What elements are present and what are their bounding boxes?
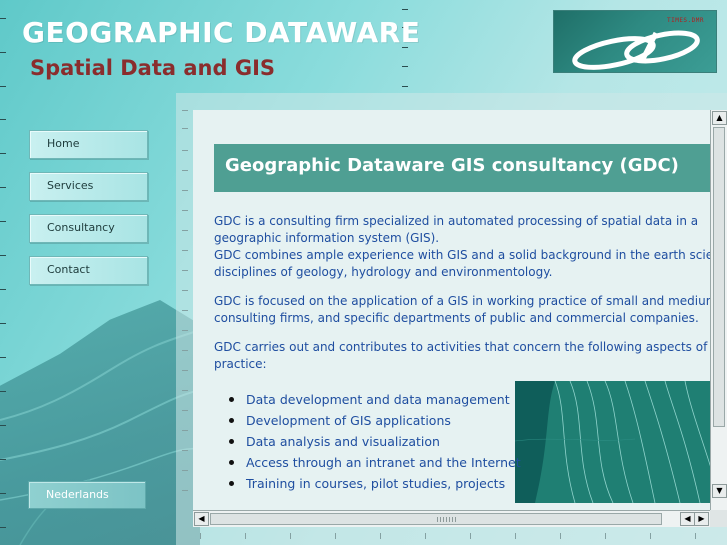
gdc-logo: TIMES.DMR [553, 10, 717, 73]
site-title: GEOGRAPHIC DATAWARE [22, 16, 421, 49]
scroll-left-icon[interactable]: ◀ [194, 512, 209, 526]
contour-map-image [515, 381, 710, 503]
nav-consultancy-button[interactable]: Consultancy [29, 214, 148, 243]
list-item: Access through an intranet and the Inter… [226, 452, 521, 473]
nav-home-button[interactable]: Home [29, 130, 148, 159]
vertical-scrollbar[interactable]: ▲ ▼ [710, 110, 727, 510]
scroll-up-icon[interactable]: ▲ [712, 111, 727, 125]
content-heading: Geographic Dataware GIS consultancy (GDC… [225, 155, 679, 176]
scroll-right-icon[interactable]: ▶ [694, 512, 709, 526]
list-item: Data development and data management [226, 389, 521, 410]
paragraph-line: practice: [214, 357, 267, 371]
paragraph-line: GDC is a consulting firm specialized in … [214, 214, 699, 228]
nav-services-button[interactable]: Services [29, 172, 148, 201]
paragraph-line: GDC combines ample experience with GIS a… [214, 248, 710, 262]
logo-mark [572, 30, 700, 70]
paragraph-line: geographic information system (GIS). [214, 231, 440, 245]
aspects-list: Data development and data management Dev… [226, 389, 521, 494]
content-heading-bar: Geographic Dataware GIS consultancy (GDC… [214, 144, 710, 192]
scrollbar-corner [710, 510, 727, 527]
scroll-grip-icon [437, 517, 457, 522]
list-item: Data analysis and visualization [226, 431, 521, 452]
list-item: Development of GIS applications [226, 410, 521, 431]
paragraph-line: GDC carries out and contributes to activ… [214, 340, 710, 354]
main-nav: Home Services Consultancy Contact [29, 130, 149, 298]
paragraph-line: GDC is focused on the application of a G… [214, 294, 710, 308]
contour-lines [515, 381, 710, 503]
paragraph-2: GDC is focused on the application of a G… [214, 293, 710, 327]
content-frame: Geographic Dataware GIS consultancy (GDC… [193, 110, 710, 510]
site-subtitle: Spatial Data and GIS [30, 56, 276, 80]
paragraph-1: GDC is a consulting firm specialized in … [214, 213, 710, 281]
scroll-left-icon[interactable]: ◀ [680, 512, 695, 526]
horizontal-scroll-thumb[interactable] [210, 513, 662, 525]
list-item: Training in courses, pilot studies, proj… [226, 473, 521, 494]
paragraph-line: disciplines of geology, hydrology and en… [214, 265, 553, 279]
scroll-down-icon[interactable]: ▼ [712, 484, 727, 498]
paragraph-3: GDC carries out and contributes to activ… [214, 339, 710, 373]
content-body: GDC is a consulting firm specialized in … [214, 213, 710, 385]
paragraph-line: consulting firms, and specific departmen… [214, 311, 699, 325]
nav-contact-button[interactable]: Contact [29, 256, 148, 285]
horizontal-scrollbar[interactable]: ◀ ◀ ▶ [193, 510, 710, 527]
vertical-scroll-thumb[interactable] [713, 127, 725, 427]
language-nederlands-button[interactable]: Nederlands [28, 481, 146, 509]
